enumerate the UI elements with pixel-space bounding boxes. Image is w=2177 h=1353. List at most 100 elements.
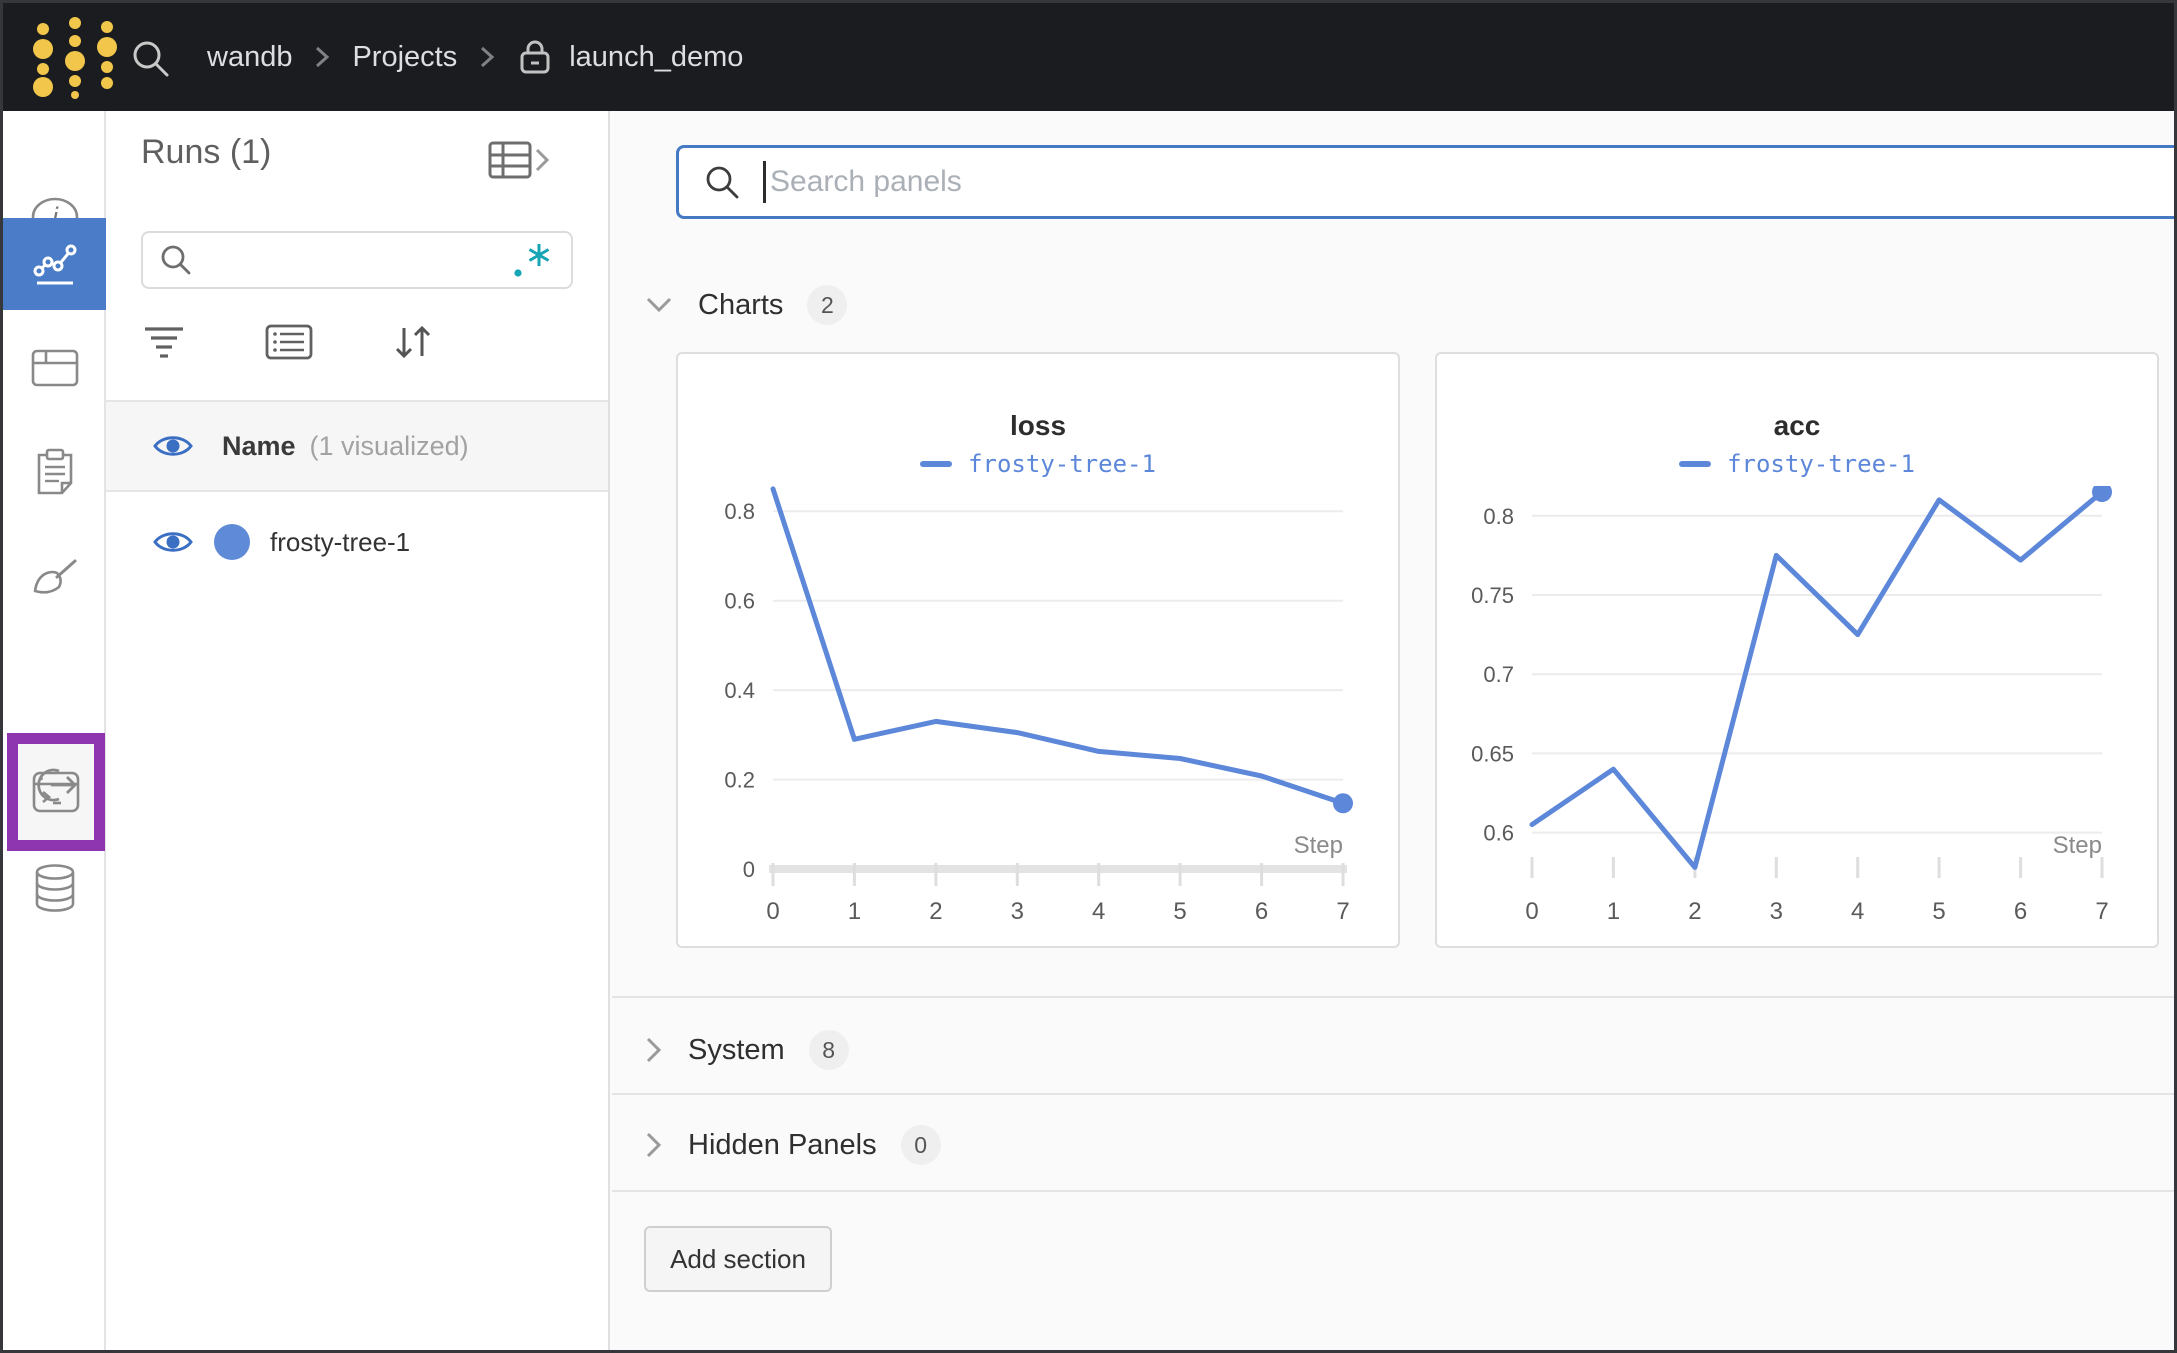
svg-text:0: 0 bbox=[766, 898, 779, 925]
chevron-down-icon[interactable] bbox=[644, 295, 674, 315]
legend-run-name[interactable]: frosty-tree-1 bbox=[1727, 450, 1915, 478]
svg-text:0.75: 0.75 bbox=[1471, 583, 1514, 608]
svg-text:0.6: 0.6 bbox=[724, 589, 755, 614]
lock-icon bbox=[517, 37, 553, 77]
section-header-system[interactable]: System 8 bbox=[644, 1022, 849, 1078]
section-count-badge: 2 bbox=[807, 285, 848, 325]
expand-table-icon[interactable] bbox=[487, 139, 553, 181]
divider bbox=[612, 1190, 2174, 1192]
chevron-right-icon bbox=[479, 43, 495, 71]
svg-text:4: 4 bbox=[1851, 898, 1864, 925]
workspace-main: Search panels Charts 2 loss frosty-tree-… bbox=[612, 111, 2174, 1350]
svg-text:0: 0 bbox=[1525, 898, 1538, 925]
database-icon bbox=[35, 864, 74, 912]
chart-legend: frosty-tree-1 bbox=[1437, 450, 2157, 478]
svg-text:Step: Step bbox=[2053, 832, 2102, 859]
icon-sidebar: i bbox=[3, 111, 228, 1350]
run-name[interactable]: frosty-tree-1 bbox=[270, 527, 410, 558]
eye-icon[interactable] bbox=[152, 431, 194, 461]
chevron-right-icon[interactable] bbox=[644, 1130, 664, 1160]
legend-run-name[interactable]: frosty-tree-1 bbox=[968, 450, 1156, 478]
sidebar-item-sweeps[interactable] bbox=[3, 534, 106, 626]
regex-icon[interactable] bbox=[511, 240, 555, 280]
svg-text:6: 6 bbox=[1255, 898, 1268, 925]
chart-legend: frosty-tree-1 bbox=[678, 450, 1398, 478]
runs-visualized-count: (1 visualized) bbox=[309, 430, 469, 461]
sort-icon[interactable] bbox=[391, 323, 435, 361]
svg-text:0.2: 0.2 bbox=[724, 768, 755, 793]
divider bbox=[612, 996, 2174, 998]
svg-text:2: 2 bbox=[1688, 898, 1701, 925]
sidebar-item-artifacts[interactable] bbox=[3, 842, 106, 934]
svg-text:3: 3 bbox=[1770, 898, 1783, 925]
chart-title: acc bbox=[1773, 410, 1821, 441]
svg-text:7: 7 bbox=[2095, 898, 2108, 925]
global-search-icon[interactable] bbox=[129, 37, 171, 79]
section-header-hidden-panels[interactable]: Hidden Panels 0 bbox=[644, 1117, 941, 1173]
section-count-badge: 0 bbox=[900, 1125, 941, 1165]
run-row[interactable]: frosty-tree-1 bbox=[106, 494, 608, 590]
runs-search-input[interactable] bbox=[141, 231, 573, 289]
panel-search-placeholder: Search panels bbox=[770, 165, 962, 198]
run-color-dot bbox=[214, 524, 250, 560]
panel-search-input[interactable]: Search panels bbox=[676, 145, 2174, 219]
list-icon[interactable] bbox=[265, 324, 313, 360]
sidebar-item-automations[interactable] bbox=[3, 739, 106, 831]
svg-text:5: 5 bbox=[1173, 898, 1186, 925]
sidebar-item-workspace[interactable] bbox=[3, 218, 106, 310]
breadcrumb-projects[interactable]: Projects bbox=[352, 41, 457, 74]
svg-text:0: 0 bbox=[743, 857, 755, 882]
section-count-badge: 8 bbox=[808, 1030, 849, 1070]
clipboard-icon bbox=[37, 448, 72, 495]
text-cursor bbox=[763, 161, 766, 203]
section-header-charts[interactable]: Charts 2 bbox=[644, 277, 848, 333]
svg-text:6: 6 bbox=[2014, 898, 2027, 925]
svg-text:0.65: 0.65 bbox=[1471, 741, 1514, 766]
wandb-logo-icon[interactable] bbox=[29, 15, 121, 99]
section-label: Charts bbox=[698, 288, 784, 321]
runs-toolbar bbox=[141, 323, 573, 361]
svg-text:0.7: 0.7 bbox=[1483, 662, 1514, 687]
wandb-project-page: wandb Projects launch_demo i Runs (1) Na… bbox=[0, 0, 2177, 1353]
svg-text:7: 7 bbox=[1336, 898, 1349, 925]
breadcrumb-team[interactable]: wandb bbox=[207, 41, 292, 74]
svg-text:Step: Step bbox=[1294, 832, 1343, 859]
svg-text:3: 3 bbox=[1011, 898, 1024, 925]
search-icon bbox=[161, 245, 191, 275]
sidebar-item-reports[interactable] bbox=[3, 426, 106, 518]
svg-text:1: 1 bbox=[848, 898, 861, 925]
search-icon bbox=[706, 166, 739, 199]
top-navbar: wandb Projects launch_demo bbox=[3, 3, 2174, 111]
chart-title: loss bbox=[1009, 410, 1067, 441]
panel-card-loss[interactable]: loss frosty-tree-1 0 0.2 0.4 0.6 0.8 0 1 2 3 4 5 6 7… bbox=[676, 352, 1400, 948]
chevron-right-icon[interactable] bbox=[644, 1035, 664, 1065]
filter-icon[interactable] bbox=[141, 325, 187, 359]
svg-text:0.6: 0.6 bbox=[1483, 821, 1514, 846]
breadcrumb-project[interactable]: launch_demo bbox=[569, 41, 743, 74]
section-label: System bbox=[688, 1033, 785, 1066]
runs-sidebar: Runs (1) Name (1 visualized) frosty-tree… bbox=[106, 111, 610, 1350]
runs-column-name: Name bbox=[222, 430, 296, 461]
section-label: Hidden Panels bbox=[688, 1128, 877, 1161]
svg-text:5: 5 bbox=[1932, 898, 1945, 925]
breadcrumb: wandb Projects launch_demo bbox=[207, 3, 743, 111]
divider bbox=[612, 1093, 2174, 1095]
svg-text:0.8: 0.8 bbox=[724, 499, 755, 524]
legend-swatch bbox=[1679, 461, 1712, 467]
line-chart-icon bbox=[33, 244, 76, 285]
svg-text:1: 1 bbox=[1607, 898, 1620, 925]
eye-icon[interactable] bbox=[152, 527, 194, 557]
loss-line-chart[interactable]: 0 0.2 0.4 0.6 0.8 0 1 2 3 4 5 6 7 Step bbox=[678, 486, 1402, 941]
runs-header-row[interactable]: Name (1 visualized) bbox=[106, 402, 608, 492]
add-section-button[interactable]: Add section bbox=[644, 1226, 832, 1292]
svg-text:0.4: 0.4 bbox=[724, 678, 755, 703]
table-icon bbox=[31, 349, 78, 387]
chevron-right-icon bbox=[314, 43, 330, 71]
legend-swatch bbox=[920, 461, 953, 467]
sidebar-item-table[interactable] bbox=[3, 322, 106, 414]
arrow-export-icon bbox=[36, 768, 76, 802]
panel-card-acc[interactable]: acc frosty-tree-1 0.6 0.65 0.7 0.75 0.8 0 1 2 3 4… bbox=[1435, 352, 2159, 948]
acc-line-chart[interactable]: 0.6 0.65 0.7 0.75 0.8 0 1 2 3 4 5 6 7 Step bbox=[1437, 486, 2161, 941]
svg-text:0.8: 0.8 bbox=[1483, 504, 1514, 529]
runs-count-title: Runs (1) bbox=[141, 133, 272, 171]
